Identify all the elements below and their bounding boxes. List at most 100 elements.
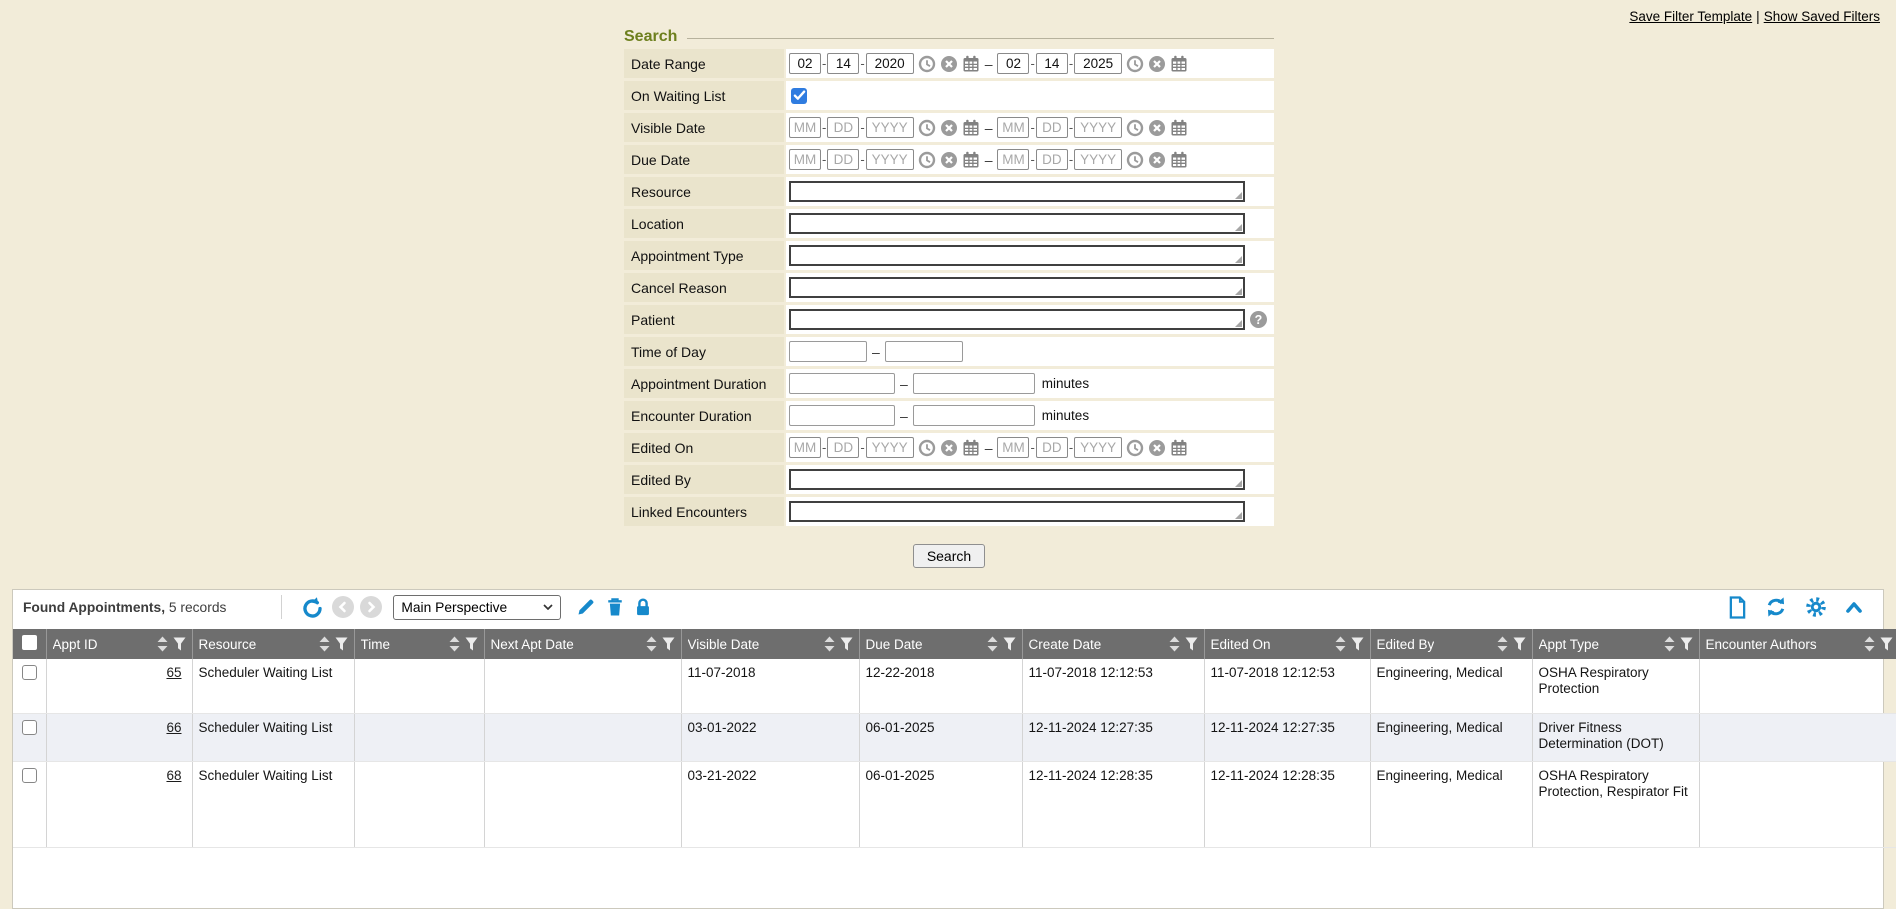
clock-icon[interactable] (1126, 55, 1144, 73)
year-input[interactable] (866, 117, 914, 138)
linked-encounters-input[interactable] (789, 501, 1245, 522)
sort-icon[interactable] (1169, 636, 1180, 652)
year-input[interactable] (866, 437, 914, 458)
appointment-duration-max-input[interactable] (913, 373, 1035, 394)
time-of-day-from-input[interactable] (789, 341, 867, 362)
appointment-type-input[interactable] (789, 245, 1245, 266)
clock-icon[interactable] (918, 119, 936, 137)
clock-icon[interactable] (918, 151, 936, 169)
filter-icon[interactable] (1003, 637, 1016, 651)
filter-icon[interactable] (465, 637, 478, 651)
month-input[interactable] (997, 149, 1029, 170)
sort-icon[interactable] (157, 636, 168, 652)
calendar-icon[interactable] (1170, 119, 1188, 137)
sort-icon[interactable] (319, 636, 330, 652)
filter-icon[interactable] (1351, 637, 1364, 651)
clear-date-icon[interactable] (1148, 439, 1166, 457)
refresh-icon[interactable] (1765, 596, 1787, 618)
resize-grip-icon[interactable] (1235, 256, 1242, 263)
cancel-reason-input[interactable] (789, 277, 1245, 298)
clear-date-icon[interactable] (940, 119, 958, 137)
clock-icon[interactable] (1126, 119, 1144, 137)
clock-icon[interactable] (1126, 439, 1144, 457)
day-input[interactable] (827, 149, 859, 170)
time-of-day-to-input[interactable] (885, 341, 963, 362)
row-checkbox[interactable] (22, 720, 37, 735)
clear-date-icon[interactable] (940, 151, 958, 169)
select-all-checkbox[interactable] (22, 635, 37, 650)
filter-icon[interactable] (1680, 637, 1693, 651)
resize-grip-icon[interactable] (1235, 288, 1242, 295)
appt-id-link[interactable]: 68 (166, 768, 181, 783)
appt-id-link[interactable]: 66 (166, 720, 181, 735)
export-page-icon[interactable] (1728, 596, 1747, 619)
appointment-duration-min-input[interactable] (789, 373, 895, 394)
resize-grip-icon[interactable] (1235, 320, 1242, 327)
year-input[interactable] (1074, 437, 1122, 458)
sort-icon[interactable] (824, 636, 835, 652)
lock-perspective-icon[interactable] (634, 597, 652, 617)
sort-icon[interactable] (987, 636, 998, 652)
edit-perspective-icon[interactable] (576, 597, 596, 617)
resize-grip-icon[interactable] (1235, 512, 1242, 519)
day-input[interactable] (1036, 53, 1068, 74)
resize-grip-icon[interactable] (1235, 192, 1242, 199)
month-input[interactable] (789, 437, 821, 458)
year-input[interactable] (1074, 117, 1122, 138)
calendar-icon[interactable] (962, 151, 980, 169)
clear-date-icon[interactable] (940, 55, 958, 73)
encounter-duration-min-input[interactable] (789, 405, 895, 426)
month-input[interactable] (997, 53, 1029, 74)
clear-date-icon[interactable] (1148, 151, 1166, 169)
previous-perspective-button[interactable] (332, 596, 354, 618)
filter-icon[interactable] (1513, 637, 1526, 651)
year-input[interactable] (1074, 53, 1122, 74)
appt-id-link[interactable]: 65 (166, 665, 181, 680)
clock-icon[interactable] (918, 55, 936, 73)
sort-icon[interactable] (1664, 636, 1675, 652)
day-input[interactable] (1036, 149, 1068, 170)
collapse-panel-icon[interactable] (1845, 600, 1863, 614)
day-input[interactable] (1036, 117, 1068, 138)
filter-icon[interactable] (662, 637, 675, 651)
on-waiting-list-checkbox[interactable] (791, 88, 807, 104)
day-input[interactable] (827, 53, 859, 74)
clear-date-icon[interactable] (1148, 119, 1166, 137)
perspective-select[interactable]: Main Perspective (393, 595, 561, 620)
year-input[interactable] (1074, 149, 1122, 170)
resize-grip-icon[interactable] (1235, 480, 1242, 487)
filter-icon[interactable] (1185, 637, 1198, 651)
year-input[interactable] (866, 149, 914, 170)
edited-by-input[interactable] (789, 469, 1245, 490)
patient-input[interactable] (789, 309, 1245, 330)
day-input[interactable] (827, 437, 859, 458)
day-input[interactable] (1036, 437, 1068, 458)
month-input[interactable] (997, 437, 1029, 458)
clock-icon[interactable] (1126, 151, 1144, 169)
undo-icon[interactable] (301, 596, 324, 619)
month-input[interactable] (789, 53, 821, 74)
calendar-icon[interactable] (962, 439, 980, 457)
filter-icon[interactable] (1880, 637, 1893, 651)
resource-input[interactable] (789, 181, 1245, 202)
sort-icon[interactable] (1497, 636, 1508, 652)
year-input[interactable] (866, 53, 914, 74)
calendar-icon[interactable] (1170, 55, 1188, 73)
calendar-icon[interactable] (1170, 439, 1188, 457)
encounter-duration-max-input[interactable] (913, 405, 1035, 426)
location-input[interactable] (789, 213, 1245, 234)
month-input[interactable] (997, 117, 1029, 138)
clock-icon[interactable] (918, 439, 936, 457)
clear-date-icon[interactable] (940, 439, 958, 457)
sort-icon[interactable] (646, 636, 657, 652)
clear-date-icon[interactable] (1148, 55, 1166, 73)
row-checkbox[interactable] (22, 665, 37, 680)
sort-icon[interactable] (1335, 636, 1346, 652)
month-input[interactable] (789, 149, 821, 170)
day-input[interactable] (827, 117, 859, 138)
filter-icon[interactable] (173, 637, 186, 651)
resize-grip-icon[interactable] (1235, 224, 1242, 231)
sort-icon[interactable] (449, 636, 460, 652)
filter-icon[interactable] (335, 637, 348, 651)
calendar-icon[interactable] (962, 119, 980, 137)
